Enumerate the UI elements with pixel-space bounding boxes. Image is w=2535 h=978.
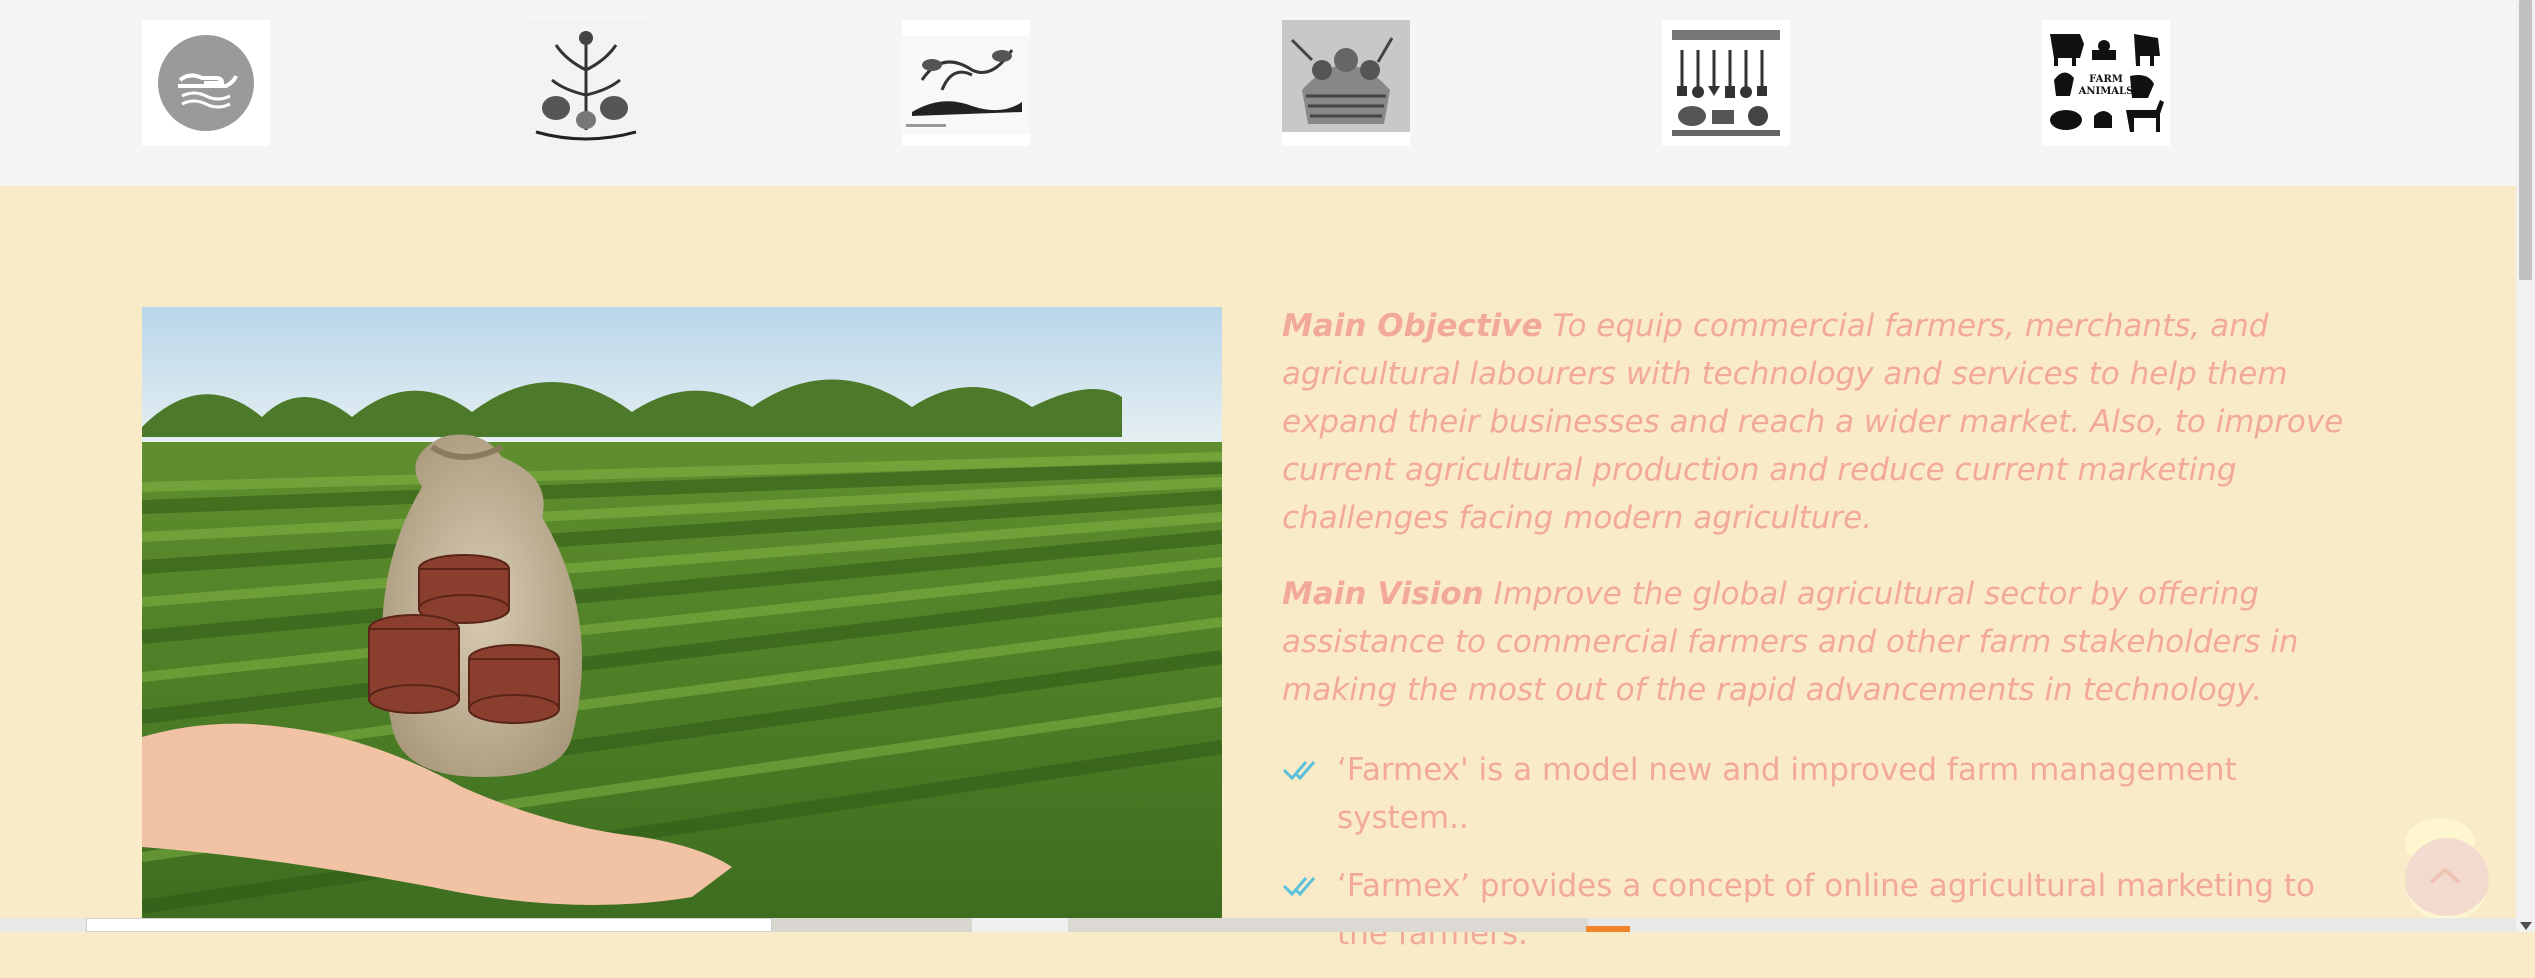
main-vision-heading: Main Vision bbox=[1282, 576, 1484, 612]
vertical-scrollbar[interactable] bbox=[2516, 0, 2535, 932]
thumbnail-plant[interactable] bbox=[522, 20, 650, 146]
thumbnail-harvest[interactable] bbox=[1282, 20, 1410, 146]
farm-animals-label: FARM bbox=[2089, 74, 2123, 85]
hero-image bbox=[142, 307, 1222, 918]
thumbnail-farm-animals[interactable]: FARM ANIMALS bbox=[2042, 20, 2170, 146]
double-check-icon bbox=[1282, 761, 1316, 781]
double-check-icon bbox=[1282, 877, 1316, 897]
bottom-accent-tab[interactable] bbox=[1586, 926, 1630, 932]
thumbnail-tools[interactable] bbox=[1662, 20, 1790, 146]
thumbnail-hand-money[interactable] bbox=[142, 20, 270, 146]
about-text-column: Main Objective To equip commercial farme… bbox=[1282, 302, 2362, 978]
bottom-bar-segment bbox=[972, 918, 1068, 932]
service-thumbnail-strip: FARM ANIMALS bbox=[0, 0, 2516, 186]
thumbnail-sprout[interactable] bbox=[902, 20, 1030, 146]
bottom-bar-segment bbox=[772, 918, 972, 932]
list-item: ‘Farmex’ provides a concept of online ag… bbox=[1282, 862, 2362, 958]
hand-money-circle-icon bbox=[142, 20, 270, 146]
feature-text: ‘Farmex' is a model new and improved far… bbox=[1337, 752, 2237, 836]
harvest-basket-icon bbox=[1282, 20, 1410, 146]
farm-animals-icon: FARM ANIMALS bbox=[2042, 20, 2170, 146]
sprouting-seed-icon bbox=[902, 20, 1030, 146]
main-objective-paragraph: Main Objective To equip commercial farme… bbox=[1282, 302, 2362, 542]
chevron-up-icon bbox=[2427, 866, 2463, 886]
bottom-bar-segment bbox=[1068, 918, 1588, 932]
money-bag-farm-field-image bbox=[142, 307, 1222, 918]
list-item: ‘Farmex' is a model new and improved far… bbox=[1282, 746, 2362, 842]
bottom-input-strip[interactable] bbox=[86, 918, 772, 932]
scrollbar-thumb[interactable] bbox=[2519, 0, 2532, 280]
plant-vegetables-icon bbox=[522, 20, 650, 146]
main-objective-heading: Main Objective bbox=[1282, 308, 1543, 344]
feature-text: ‘Farmex’ provides a concept of online ag… bbox=[1337, 868, 2315, 952]
scroll-down-arrow-icon[interactable] bbox=[2520, 922, 2532, 930]
main-vision-paragraph: Main Vision Improve the global agricultu… bbox=[1282, 570, 2362, 714]
svg-text:ANIMALS: ANIMALS bbox=[2078, 86, 2134, 97]
garden-tools-icon bbox=[1662, 20, 1790, 146]
back-to-top-button[interactable] bbox=[2405, 838, 2489, 922]
